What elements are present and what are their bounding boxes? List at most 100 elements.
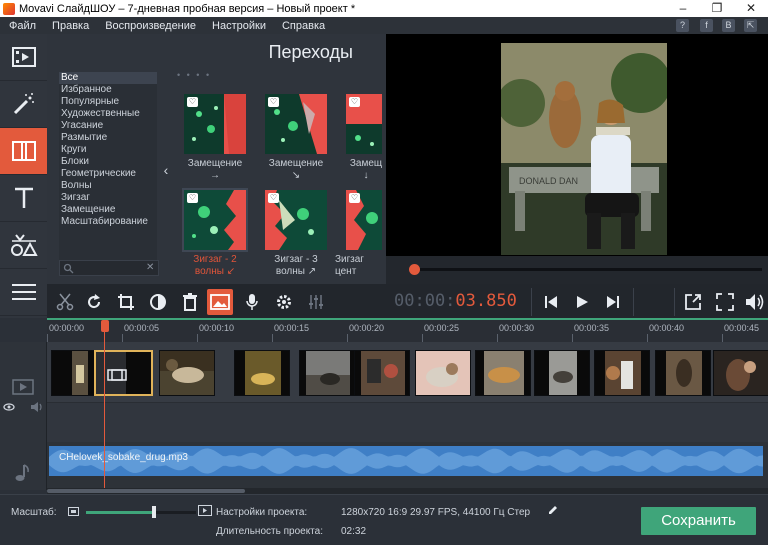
ruler-label: 00:00:35 xyxy=(574,323,610,333)
video-clip[interactable] xyxy=(655,350,711,396)
next-button[interactable] xyxy=(600,289,626,315)
rotate-button[interactable] xyxy=(81,289,107,315)
facebook-icon[interactable]: f xyxy=(700,19,713,32)
scrollbar-thumb[interactable] xyxy=(47,489,245,493)
seek-bar[interactable] xyxy=(386,256,768,284)
favorite-icon[interactable]: ♡ xyxy=(268,97,279,107)
video-clip[interactable] xyxy=(475,350,531,396)
help-icon[interactable]: ? xyxy=(676,19,689,32)
equalizer-button[interactable] xyxy=(303,289,329,315)
transition-thumb[interactable]: ♡ xyxy=(265,94,327,154)
cut-button[interactable] xyxy=(52,289,78,315)
menu-edit[interactable]: Правка xyxy=(44,20,97,32)
previous-button[interactable] xyxy=(538,289,564,315)
audio-clip-name: CHelovek_sobake_drug.mp3 xyxy=(59,452,188,463)
category-popular[interactable]: Популярные xyxy=(59,96,157,108)
favorite-icon[interactable]: ♡ xyxy=(187,193,198,203)
category-zigzag[interactable]: Зигзаг xyxy=(59,192,157,204)
delete-button[interactable] xyxy=(177,289,203,315)
ruler-label: 00:00:15 xyxy=(274,323,310,333)
overlay-track[interactable] xyxy=(47,402,768,442)
filmstrip-icon xyxy=(11,47,36,67)
transitions-icon xyxy=(11,141,36,161)
zoom-out-icon[interactable] xyxy=(68,507,79,516)
tool-strip xyxy=(0,34,47,318)
video-clip[interactable] xyxy=(415,350,471,396)
files-tool-button[interactable] xyxy=(0,34,47,81)
transitions-tool-button[interactable] xyxy=(0,128,47,175)
category-replace[interactable]: Замещение xyxy=(59,204,157,216)
menu-playback[interactable]: Воспроизведение xyxy=(97,20,204,32)
timeline-ruler[interactable]: 00:00:00 00:00:05 00:00:10 00:00:15 00:0… xyxy=(47,320,768,342)
video-clip[interactable] xyxy=(234,350,290,396)
color-adjust-button[interactable] xyxy=(145,289,171,315)
save-button[interactable]: Сохранить xyxy=(641,507,756,535)
video-preview[interactable]: DONALD DAN xyxy=(386,34,768,256)
external-link-icon xyxy=(685,294,701,310)
edit-pencil-icon[interactable] xyxy=(547,504,559,516)
category-fade[interactable]: Угасание xyxy=(59,120,157,132)
transition-thumb-selected[interactable]: ♡ xyxy=(182,188,248,252)
video-clip[interactable] xyxy=(354,350,410,396)
transition-thumb[interactable]: ♡ xyxy=(265,190,327,250)
titles-tool-button[interactable] xyxy=(0,175,47,222)
menu-help[interactable]: Справка xyxy=(274,20,333,32)
zoom-slider-handle[interactable] xyxy=(152,506,157,518)
category-search-input[interactable]: ✕ xyxy=(59,260,159,276)
category-all[interactable]: Все xyxy=(59,72,157,84)
seek-track[interactable] xyxy=(410,268,762,271)
favorite-icon[interactable]: ♡ xyxy=(349,193,360,203)
category-zoom[interactable]: Масштабирование xyxy=(59,216,157,228)
menu-file[interactable]: Файл xyxy=(0,20,44,32)
maximize-button[interactable]: ❐ xyxy=(700,0,734,17)
menu-settings[interactable]: Настройки xyxy=(204,20,274,32)
play-button[interactable] xyxy=(569,289,595,315)
crop-button[interactable] xyxy=(113,289,139,315)
track-volume-icon[interactable] xyxy=(30,401,44,413)
export-frame-button[interactable] xyxy=(680,289,706,315)
fullscreen-button[interactable] xyxy=(712,289,738,315)
video-track[interactable] xyxy=(47,342,768,402)
more-tool-button[interactable] xyxy=(0,269,47,316)
category-geometric[interactable]: Геометрические xyxy=(59,168,157,180)
category-blocks[interactable]: Блоки xyxy=(59,156,157,168)
transition-label: Зигзаг цент xyxy=(335,254,364,277)
transition-thumb[interactable]: ♡ xyxy=(184,94,246,154)
close-button[interactable]: ✕ xyxy=(734,0,768,17)
video-clip[interactable] xyxy=(534,350,590,396)
settings-button[interactable] xyxy=(271,289,297,315)
record-voice-button[interactable] xyxy=(239,289,265,315)
eye-icon[interactable] xyxy=(3,403,15,411)
favorite-icon[interactable]: ♡ xyxy=(187,97,198,107)
volume-button[interactable] xyxy=(742,289,768,315)
minimize-button[interactable]: – xyxy=(666,0,700,17)
category-waves[interactable]: Волны xyxy=(59,180,157,192)
category-favorites[interactable]: Избранное xyxy=(59,84,157,96)
shapes-tool-button[interactable] xyxy=(0,222,47,269)
video-clip[interactable] xyxy=(713,350,768,396)
audio-clip[interactable]: CHelovek_sobake_drug.mp3 xyxy=(49,446,763,476)
video-clip[interactable] xyxy=(594,350,650,396)
clear-search-icon[interactable]: ✕ xyxy=(146,262,154,273)
transition-clip-selected[interactable] xyxy=(94,350,153,396)
category-blur[interactable]: Размытие xyxy=(59,132,157,144)
transition-thumb[interactable]: ♡ xyxy=(346,190,382,250)
favorite-icon[interactable]: ♡ xyxy=(349,97,360,107)
vk-icon[interactable]: B xyxy=(722,19,735,32)
share-icon[interactable]: ⇱ xyxy=(744,19,757,32)
audio-track[interactable]: CHelovek_sobake_drug.mp3 xyxy=(47,442,768,488)
category-circles[interactable]: Круги xyxy=(59,144,157,156)
collapse-list-button[interactable]: ‹ xyxy=(160,162,172,186)
favorite-icon[interactable]: ♡ xyxy=(268,193,279,203)
transition-thumb[interactable]: ♡ xyxy=(346,94,382,154)
slide-properties-button[interactable] xyxy=(207,289,233,315)
scroll-indicator: • • • • xyxy=(177,70,212,80)
divider xyxy=(633,288,634,316)
video-clip[interactable] xyxy=(299,350,355,396)
seek-handle[interactable] xyxy=(408,264,420,275)
filters-tool-button[interactable] xyxy=(0,81,47,128)
video-clip[interactable] xyxy=(159,350,215,396)
playhead-handle[interactable] xyxy=(101,320,109,332)
category-artistic[interactable]: Художественные xyxy=(59,108,157,120)
zoom-in-icon[interactable] xyxy=(198,505,212,516)
